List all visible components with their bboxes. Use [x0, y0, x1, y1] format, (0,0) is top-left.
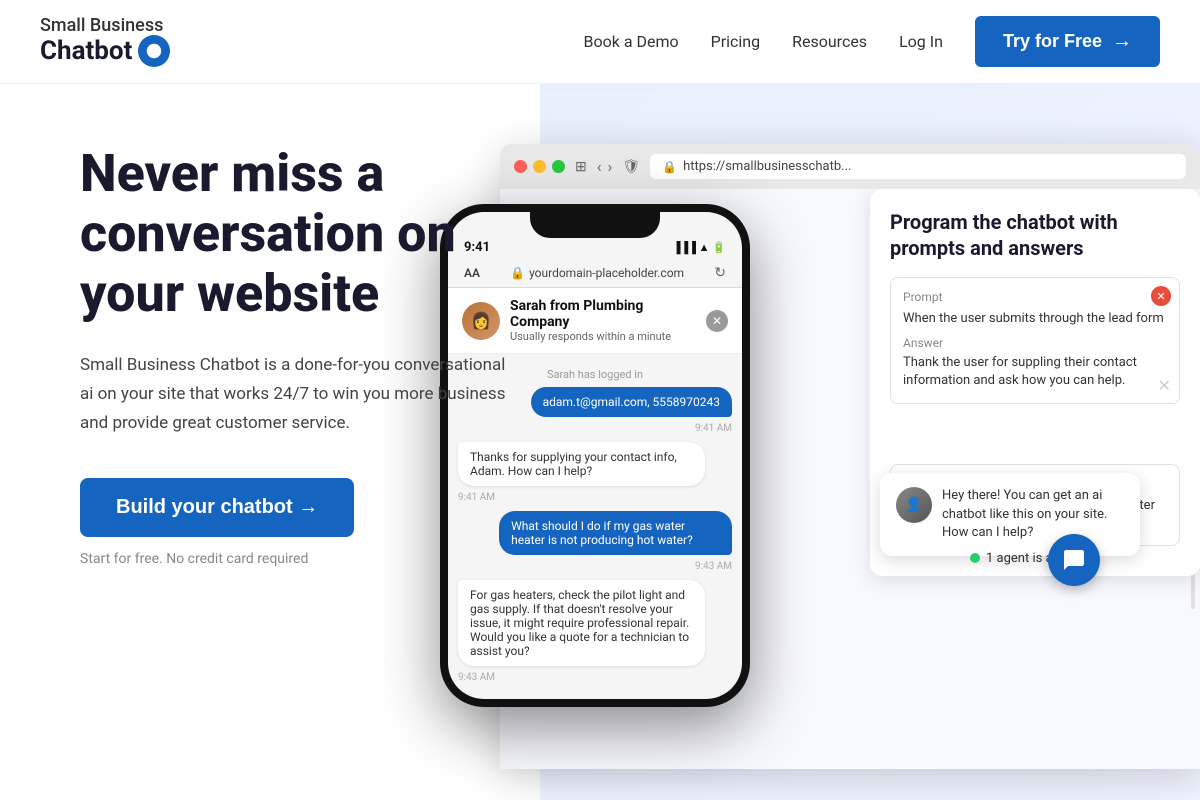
prompt-block-1: ✕ Prompt When the user submits through t… [890, 277, 1180, 404]
program-title: Program the chatbot with prompts and ans… [890, 209, 1180, 261]
answer-label-1: Answer [903, 336, 1167, 350]
nav-book-demo[interactable]: Book a Demo [584, 32, 679, 51]
shield-icon: 🛡 [622, 159, 640, 175]
logo-icon [138, 35, 170, 67]
hero-left: Never miss a conversation on your websit… [0, 84, 600, 800]
build-chatbot-button[interactable]: Build your chatbot → [80, 478, 354, 537]
hero-note: Start for free. No credit card required [80, 551, 560, 567]
arrow-icon: → [1112, 30, 1132, 53]
chat-time-1: 9:41 AM [695, 423, 732, 434]
widget-avatar: 👤 [896, 487, 932, 523]
hero-subtext: Small Business Chatbot is a done-for-you… [80, 351, 520, 438]
close-prompt-button[interactable]: ✕ [1151, 286, 1171, 306]
chat-fab-button[interactable] [1048, 534, 1100, 586]
hero-section: Never miss a conversation on your websit… [0, 84, 1200, 800]
nav-log-in[interactable]: Log In [899, 32, 943, 51]
online-dot [970, 553, 980, 563]
widget-avatar-img: 👤 [896, 487, 932, 523]
answer-text-1: Thank the user for suppling their contac… [903, 354, 1167, 390]
prompt-text-1: When the user submits through the lead f… [903, 310, 1167, 328]
lock-icon: 🔒 [662, 160, 677, 174]
chat-time-3: 9:43 AM [695, 561, 732, 572]
nav-pricing[interactable]: Pricing [711, 32, 761, 51]
phone-status-icons: ▐▐▐ ▲ 🔋 [673, 241, 726, 254]
phone-reload-icon[interactable]: ↻ [714, 265, 726, 281]
url-text: https://smallbusinesschatb... [683, 159, 851, 174]
clear-answer-button[interactable]: ✕ [1158, 376, 1171, 395]
hero-right: ⊞ ‹ › 🛡 🔒 https://smallbusinesschatb... … [500, 144, 1200, 769]
browser-url-bar[interactable]: 🔒 https://smallbusinesschatb... [650, 154, 1186, 179]
hero-heading: Never miss a conversation on your websit… [80, 144, 560, 323]
chat-close-button[interactable]: ✕ [706, 310, 728, 332]
browser-bar: ⊞ ‹ › 🛡 🔒 https://smallbusinesschatb... [500, 144, 1200, 189]
chat-widget-bubble: 👤 Hey there! You can get an ai chatbot l… [880, 473, 1140, 556]
forward-button[interactable]: › [608, 157, 613, 176]
program-panel: Program the chatbot with prompts and ans… [870, 189, 1200, 576]
logo-top: Small Business [40, 16, 170, 36]
try-free-button[interactable]: Try for Free → [975, 16, 1160, 67]
widget-text: Hey there! You can get an ai chatbot lik… [942, 487, 1124, 542]
logo[interactable]: Small Business Chatbot [40, 16, 170, 68]
logo-bottom: Chatbot [40, 37, 132, 66]
prompt-label-1: Prompt [903, 290, 1167, 304]
nav-resources[interactable]: Resources [792, 32, 867, 51]
nav-links: Book a Demo Pricing Resources Log In Try… [584, 16, 1160, 67]
navbar: Small Business Chatbot Book a Demo Prici… [0, 0, 1200, 84]
